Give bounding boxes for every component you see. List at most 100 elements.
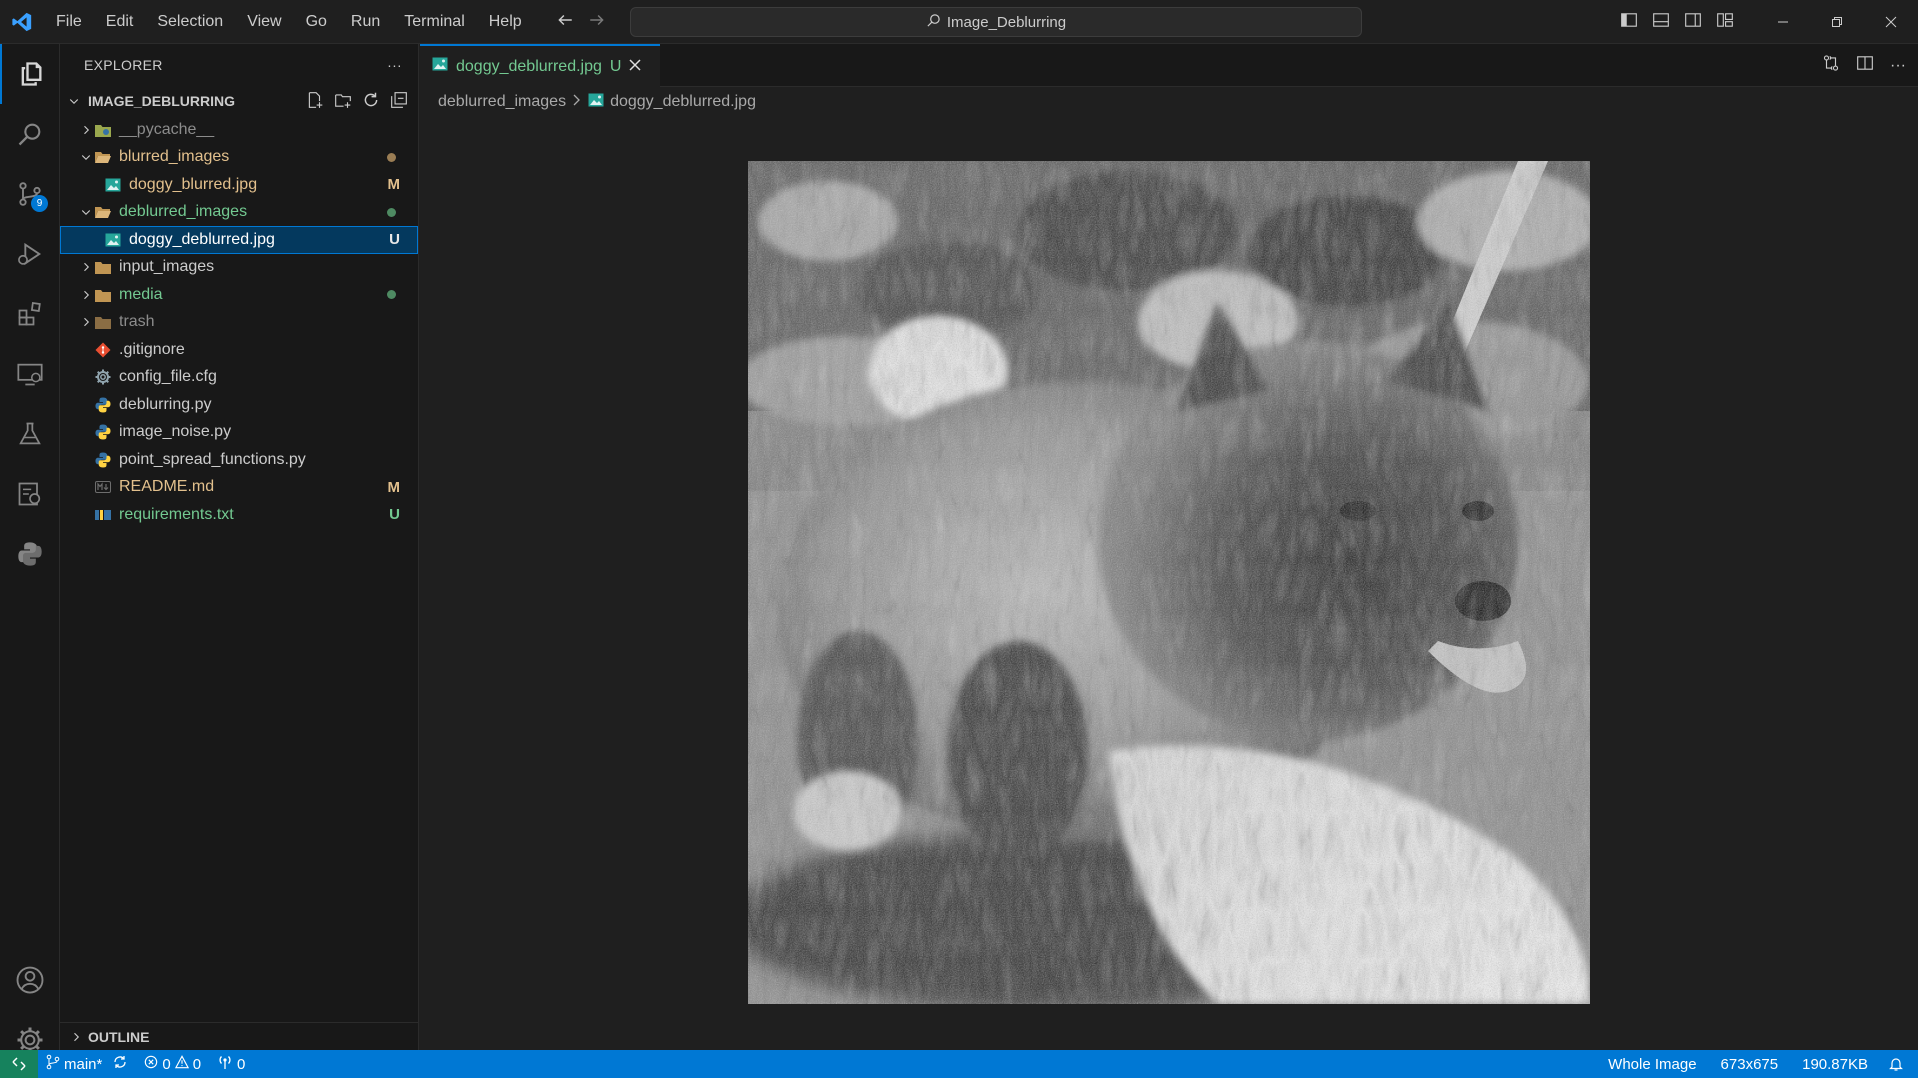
tree-item-pycache[interactable]: __pycache__ — [60, 116, 418, 144]
image-file-icon — [588, 93, 604, 112]
git-file-icon — [94, 341, 112, 359]
source-control-icon[interactable]: 9 — [0, 164, 60, 224]
explorer-icon[interactable] — [0, 44, 60, 104]
broadcast-icon — [217, 1054, 233, 1074]
more-actions-icon[interactable]: ··· — [387, 57, 402, 73]
breadcrumb-folder[interactable]: deblurred_images — [438, 93, 566, 111]
explorer-header: EXPLORER ··· — [60, 44, 418, 86]
tree-item-requirements[interactable]: requirements.txt U — [60, 501, 418, 529]
modified-dot — [387, 152, 396, 162]
pip-requirements-icon — [94, 506, 112, 524]
toggle-panel-icon[interactable] — [1652, 11, 1670, 34]
chevron-right-icon — [78, 316, 94, 328]
toggle-primary-sidebar-icon[interactable] — [1620, 11, 1638, 34]
menu-view[interactable]: View — [235, 0, 293, 44]
project-name: IMAGE_DEBLURRING — [88, 93, 236, 109]
branch-indicator[interactable]: main* — [38, 1054, 136, 1074]
tree-item-label: .gitignore — [119, 340, 185, 358]
ports-indicator[interactable]: 0 — [209, 1054, 253, 1074]
tree-item-config-file[interactable]: config_file.cfg — [60, 364, 418, 392]
containers-icon[interactable] — [0, 464, 60, 524]
menu-selection[interactable]: Selection — [145, 0, 235, 44]
image-file-icon — [104, 176, 122, 194]
accounts-icon[interactable] — [0, 950, 60, 1010]
layout-controls — [1620, 0, 1734, 44]
navigation-arrows — [556, 0, 606, 44]
explorer-title: EXPLORER — [84, 57, 163, 73]
problems-indicator[interactable]: 0 0 — [136, 1055, 209, 1073]
folder-icon — [94, 258, 112, 276]
tree-item-image-noise-py[interactable]: image_noise.py — [60, 419, 418, 447]
tree-item-input-images[interactable]: input_images — [60, 254, 418, 282]
python-file-icon — [94, 451, 112, 469]
folder-icon — [94, 286, 112, 304]
activity-bar: 9 — [0, 44, 60, 1053]
collapse-all-icon[interactable] — [390, 91, 408, 112]
forward-arrow-icon[interactable] — [588, 11, 606, 34]
extensions-icon[interactable] — [0, 284, 60, 344]
close-tab-icon[interactable] — [629, 58, 641, 76]
search-icon[interactable] — [0, 104, 60, 164]
tree-item-label: README.md — [119, 478, 215, 496]
testing-flask-icon[interactable] — [0, 404, 60, 464]
tree-item-trash[interactable]: trash — [60, 309, 418, 337]
error-icon — [144, 1055, 158, 1073]
remote-indicator-icon[interactable] — [0, 1050, 38, 1078]
tree-item-label: blurred_images — [119, 148, 230, 166]
tree-item-label: image_noise.py — [119, 423, 232, 441]
remote-explorer-icon[interactable] — [0, 344, 60, 404]
tree-item-media[interactable]: media — [60, 281, 418, 309]
sync-icon[interactable] — [112, 1054, 128, 1074]
restore-icon[interactable] — [1810, 0, 1864, 44]
image-preview — [748, 161, 1590, 1004]
tree-item-blurred-images[interactable]: blurred_images — [60, 144, 418, 172]
tree-item-deblurred-images[interactable]: deblurred_images — [60, 199, 418, 227]
tree-item-doggy-deblurred[interactable]: doggy_deblurred.jpg U — [60, 226, 418, 254]
split-editor-icon[interactable] — [1856, 54, 1874, 77]
tab-doggy-deblurred[interactable]: doggy_deblurred.jpg U — [420, 44, 660, 87]
tree-item-deblurring-py[interactable]: deblurring.py — [60, 391, 418, 419]
zoom-mode[interactable]: Whole Image — [1600, 1056, 1704, 1073]
command-center-search[interactable]: Image_Deblurring — [630, 7, 1362, 37]
tree-item-psf-py[interactable]: point_spread_functions.py — [60, 446, 418, 474]
git-status-badge: U — [389, 506, 400, 524]
toggle-secondary-sidebar-icon[interactable] — [1684, 11, 1702, 34]
title-bar: File Edit Selection View Go Run Terminal… — [0, 0, 1918, 44]
close-window-icon[interactable] — [1864, 0, 1918, 44]
new-folder-icon[interactable] — [334, 91, 352, 112]
refresh-icon[interactable] — [362, 91, 380, 112]
menu-terminal[interactable]: Terminal — [392, 0, 476, 44]
menu-bar: File Edit Selection View Go Run Terminal… — [44, 0, 534, 44]
outline-section[interactable]: OUTLINE — [60, 1022, 418, 1050]
run-debug-icon[interactable] — [0, 224, 60, 284]
tree-item-doggy-blurred[interactable]: doggy_blurred.jpg M — [60, 171, 418, 199]
open-folder-icon — [94, 203, 112, 221]
more-editor-actions-icon[interactable]: ··· — [1890, 57, 1906, 75]
tab-git-status: U — [609, 57, 622, 75]
dog-photo — [748, 161, 1590, 1004]
notifications-bell-icon[interactable] — [1880, 1056, 1912, 1072]
tree-item-label: requirements.txt — [119, 505, 234, 523]
menu-run[interactable]: Run — [339, 0, 392, 44]
tree-item-label: deblurred_images — [119, 203, 248, 221]
back-arrow-icon[interactable] — [556, 11, 574, 34]
python-icon[interactable] — [0, 524, 60, 584]
search-title: Image_Deblurring — [946, 13, 1067, 31]
menu-file[interactable]: File — [44, 0, 94, 44]
menu-edit[interactable]: Edit — [94, 0, 146, 44]
chevron-down-icon — [66, 95, 82, 107]
project-root[interactable]: IMAGE_DEBLURRING — [60, 86, 418, 116]
menu-help[interactable]: Help — [477, 0, 534, 44]
tree-item-readme[interactable]: README.md M — [60, 474, 418, 502]
scm-badge: 9 — [31, 195, 48, 212]
breadcrumb-file[interactable]: doggy_deblurred.jpg — [610, 93, 756, 111]
open-changes-icon[interactable] — [1822, 54, 1840, 77]
customize-layout-icon[interactable] — [1716, 11, 1734, 34]
minimize-icon[interactable] — [1756, 0, 1810, 44]
tree-item-gitignore[interactable]: .gitignore — [60, 336, 418, 364]
search-icon — [926, 13, 941, 32]
menu-go[interactable]: Go — [294, 0, 339, 44]
new-file-icon[interactable] — [306, 91, 324, 112]
open-folder-icon — [94, 148, 112, 166]
chevron-right-icon — [78, 124, 94, 136]
